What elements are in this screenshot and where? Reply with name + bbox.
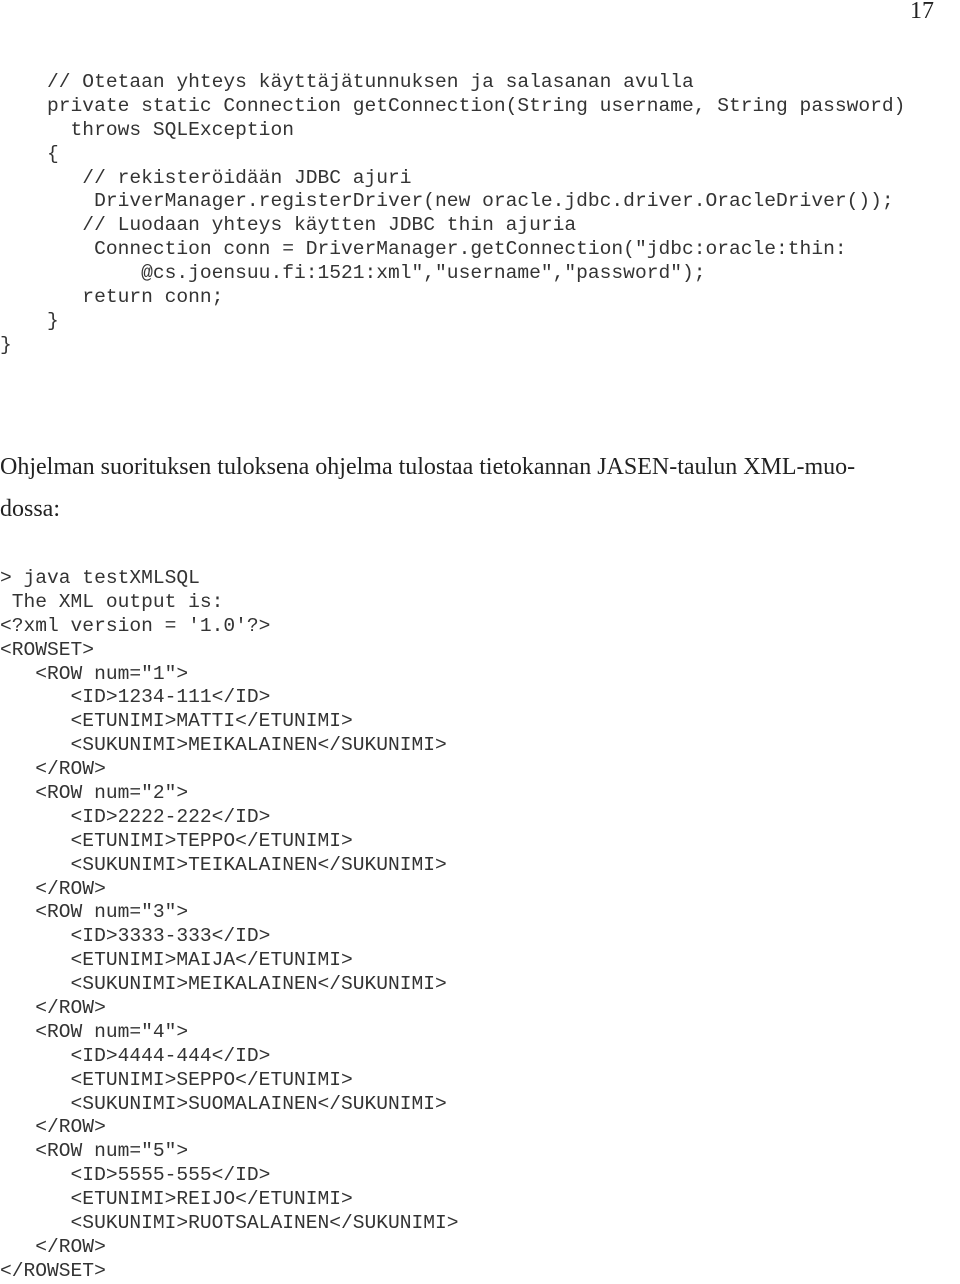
code-line: return conn;	[0, 286, 224, 309]
paragraph-line: dossa:	[0, 496, 60, 522]
output-line: <ETUNIMI>REIJO</ETUNIMI>	[0, 1188, 353, 1211]
output-line: </ROW>	[0, 1235, 106, 1258]
java-code-listing: // Otetaan yhteys käyttäjätunnuksen ja s…	[0, 71, 905, 358]
code-line: DriverManager.registerDriver(new oracle.…	[0, 190, 894, 213]
output-line: <SUKUNIMI>MEIKALAINEN</SUKUNIMI>	[0, 973, 447, 996]
code-line: // rekisteröidään JDBC ajuri	[0, 166, 412, 189]
output-line: <ETUNIMI>MAIJA</ETUNIMI>	[0, 949, 353, 972]
output-line: <SUKUNIMI>MEIKALAINEN</SUKUNIMI>	[0, 734, 447, 757]
output-line: The XML output is:	[0, 590, 224, 613]
page-number: 17	[910, 0, 934, 24]
output-line: <ROW num="3">	[0, 901, 189, 924]
code-line: private static Connection getConnection(…	[0, 94, 906, 117]
code-line: // Otetaan yhteys käyttäjätunnuksen ja s…	[0, 71, 694, 93]
output-line: <ROW num="1">	[0, 662, 189, 685]
code-line: // Luodaan yhteys käytten JDBC thin ajur…	[0, 214, 577, 237]
code-line: }	[0, 333, 12, 356]
code-line: {	[0, 142, 59, 165]
code-line: @cs.joensuu.fi:1521:xml","username","pas…	[0, 262, 706, 285]
output-line: <ROWSET>	[0, 638, 95, 661]
output-line: </ROWSET>	[0, 1259, 106, 1282]
output-line: <ROW num="4">	[0, 1020, 189, 1043]
paragraph-line: Ohjelman suorituksen tuloksena ohjelma t…	[0, 454, 856, 480]
output-line: <?xml version = '1.0'?>	[0, 614, 271, 637]
output-line: </ROW>	[0, 758, 106, 781]
output-line: > java testXMLSQL	[0, 567, 200, 589]
output-line: </ROW>	[0, 1116, 106, 1139]
output-line: <ETUNIMI>MATTI</ETUNIMI>	[0, 710, 353, 733]
output-line: <ID>2222-222</ID>	[0, 805, 271, 828]
output-line: <ROW num="5">	[0, 1140, 189, 1163]
output-line: <ID>3333-333</ID>	[0, 925, 271, 948]
output-line: <ROW num="2">	[0, 782, 189, 805]
output-line: </ROW>	[0, 877, 106, 900]
xml-output-listing: > java testXMLSQL The XML output is: <?xm…	[0, 567, 459, 1284]
output-line: <ID>4444-444</ID>	[0, 1044, 271, 1067]
code-line: throws SQLException	[0, 118, 294, 141]
output-line: <ETUNIMI>SEPPO</ETUNIMI>	[0, 1068, 353, 1091]
output-line: <SUKUNIMI>TEIKALAINEN</SUKUNIMI>	[0, 853, 447, 876]
output-line: <ID>1234-111</ID>	[0, 686, 271, 709]
output-line: </ROW>	[0, 997, 106, 1020]
code-line: Connection conn = DriverManager.getConne…	[0, 238, 847, 261]
body-paragraph: Ohjelman suorituksen tuloksena ohjelma t…	[0, 446, 940, 530]
output-line: <SUKUNIMI>SUOMALAINEN</SUKUNIMI>	[0, 1092, 447, 1115]
output-line: <SUKUNIMI>RUOTSALAINEN</SUKUNIMI>	[0, 1212, 459, 1235]
code-line: }	[0, 309, 59, 332]
output-line: <ID>5555-555</ID>	[0, 1164, 271, 1187]
output-line: <ETUNIMI>TEPPO</ETUNIMI>	[0, 829, 353, 852]
